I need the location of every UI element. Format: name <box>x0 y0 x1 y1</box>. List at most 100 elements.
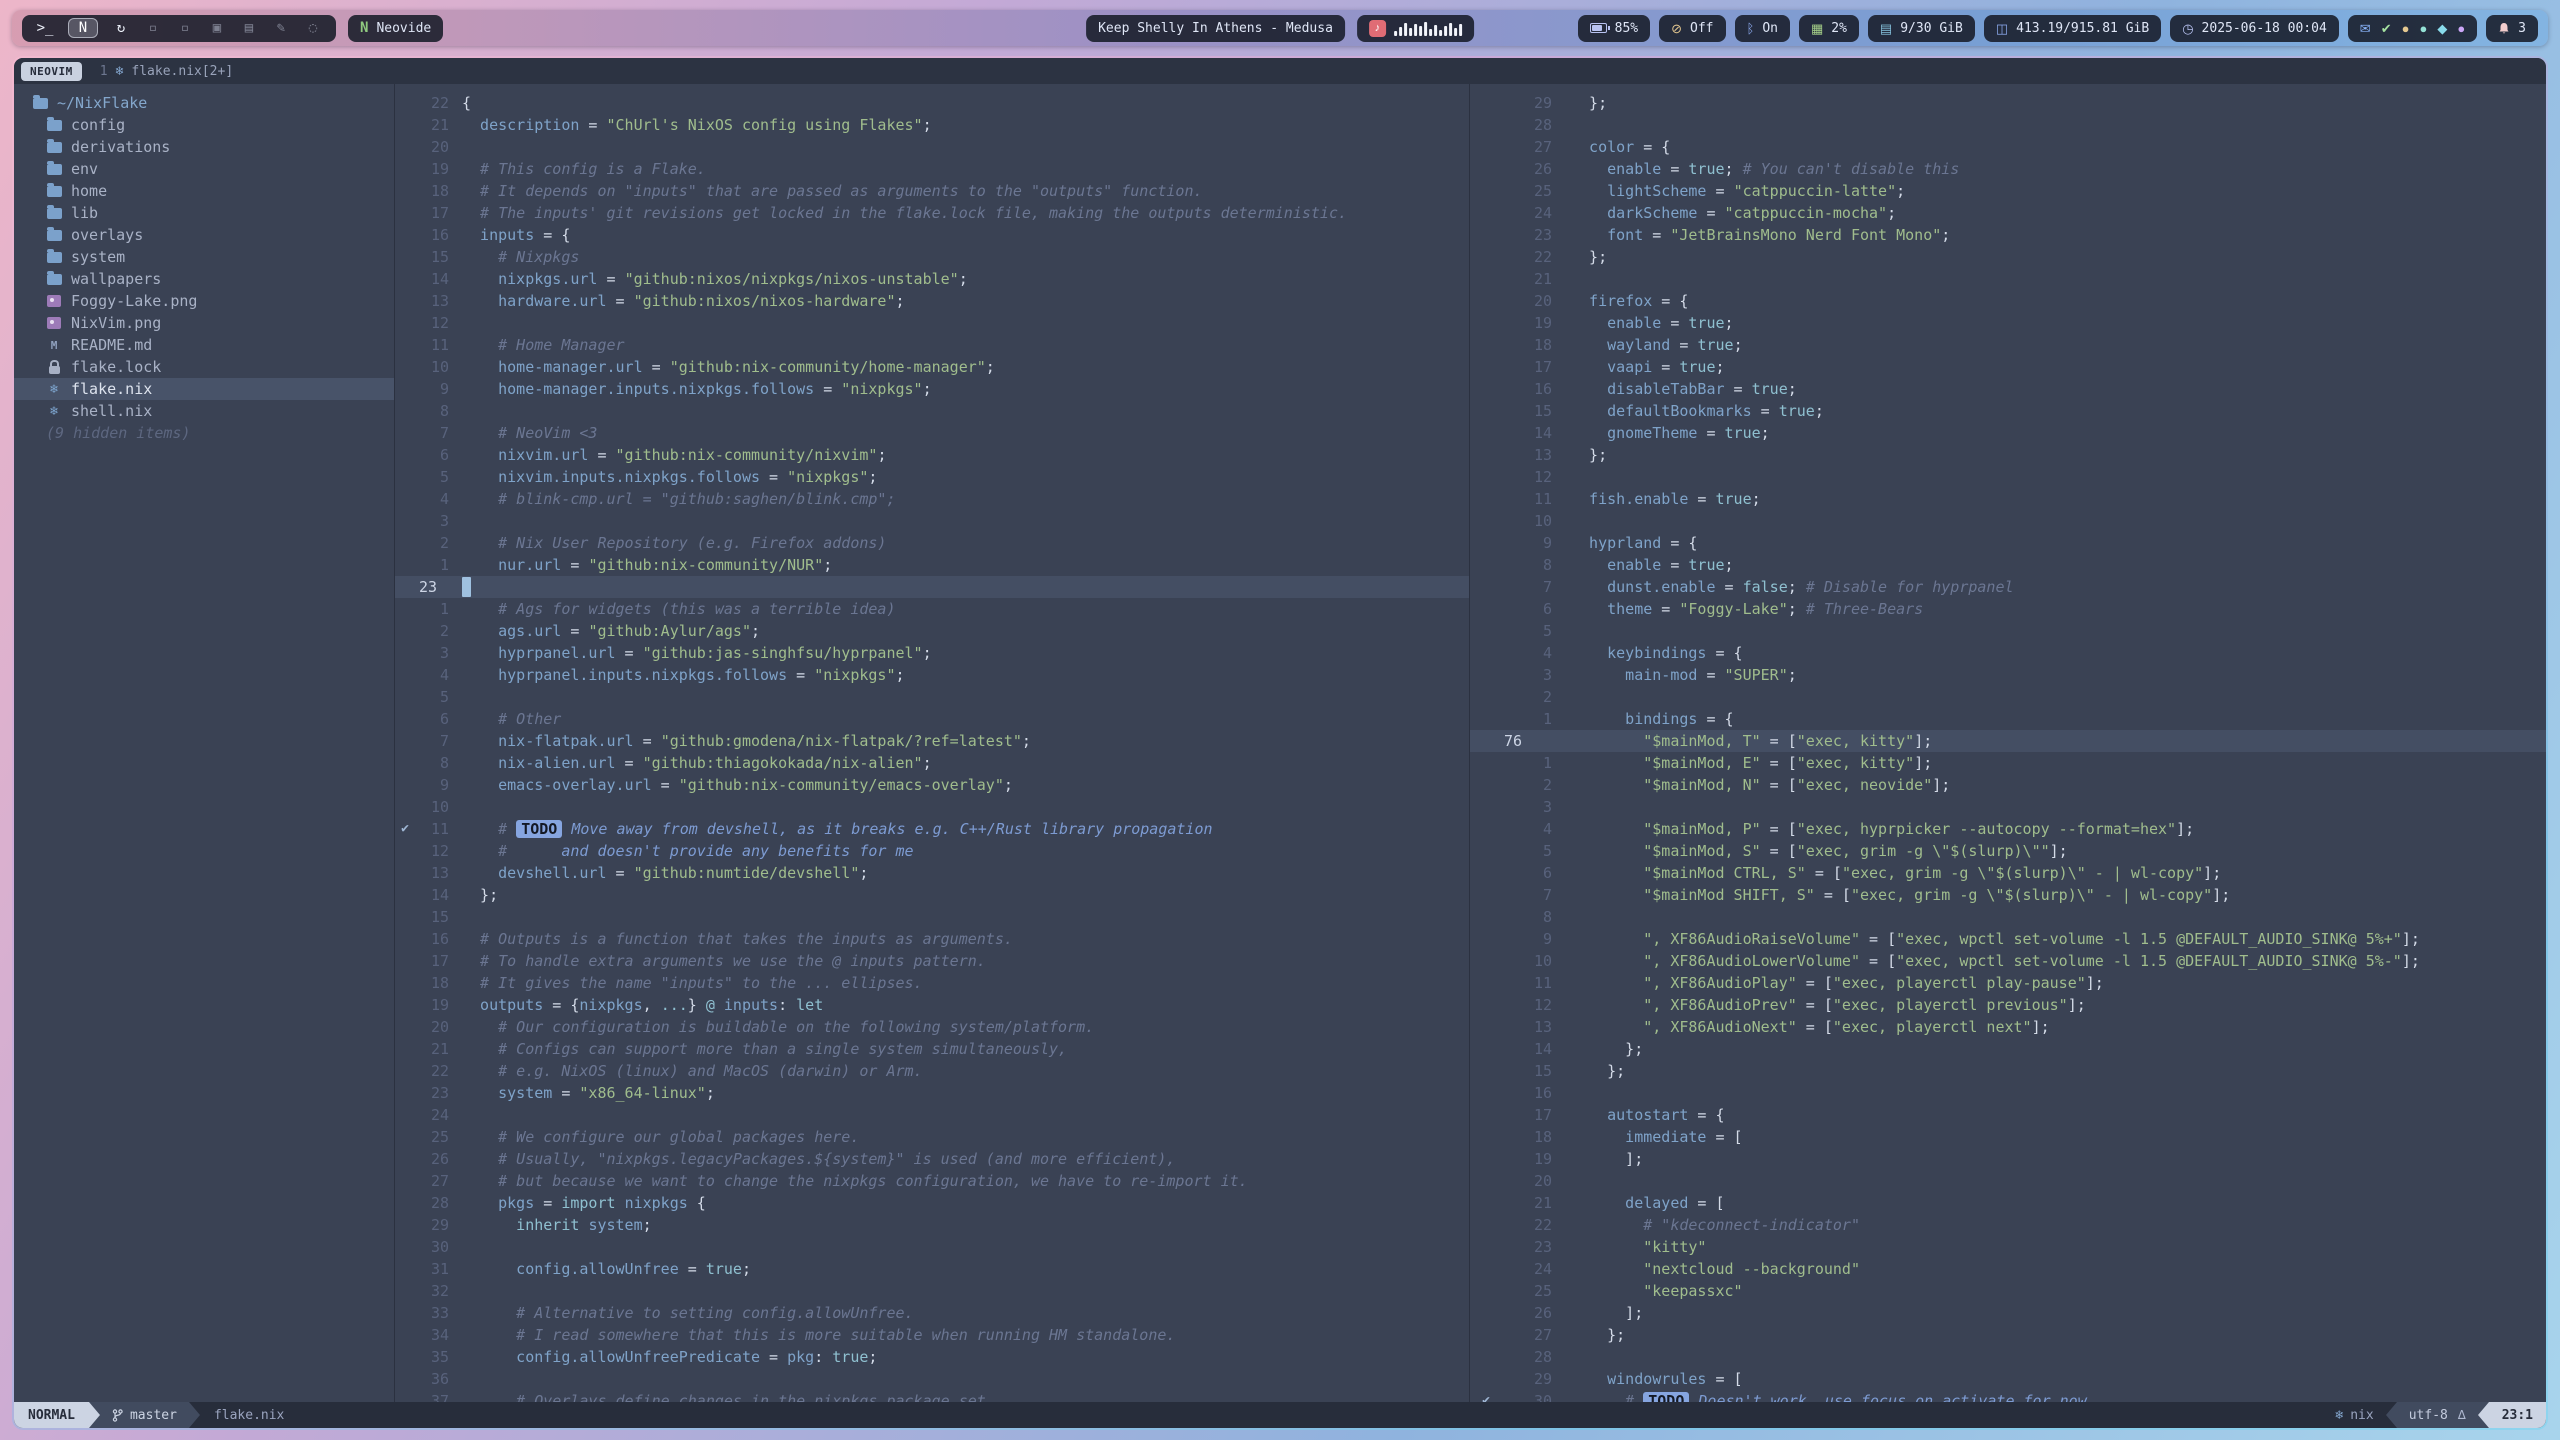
workspace-ws7[interactable]: ▤ <box>240 20 258 36</box>
code-line[interactable]: 27 color = { <box>1470 136 2546 158</box>
code-line[interactable]: 11 fish.enable = true; <box>1470 488 2546 510</box>
code-line[interactable]: 16 # Outputs is a function that takes th… <box>395 928 1469 950</box>
tree-item-config[interactable]: config <box>14 114 394 136</box>
code-line[interactable]: 29 windowrules = [ <box>1470 1368 2546 1390</box>
tray-icon-3[interactable]: ● <box>2402 22 2410 35</box>
code-line[interactable]: 6 theme = "Foggy-Lake"; # Three-Bears <box>1470 598 2546 620</box>
code-line[interactable]: 9 hyprland = { <box>1470 532 2546 554</box>
tree-item-nixflake[interactable]: ~/NixFlake <box>14 92 394 114</box>
code-line[interactable]: 11 # Home Manager <box>395 334 1469 356</box>
code-line[interactable]: 34 # I read somewhere that this is more … <box>395 1324 1469 1346</box>
code-line[interactable]: 13 }; <box>1470 444 2546 466</box>
code-line[interactable]: 24 "nextcloud --background" <box>1470 1258 2546 1280</box>
code-line[interactable]: 22 # e.g. NixOS (linux) and MacOS (darwi… <box>395 1060 1469 1082</box>
code-line[interactable]: 19 enable = true; <box>1470 312 2546 334</box>
code-line[interactable]: 28 pkgs = import nixpkgs { <box>395 1192 1469 1214</box>
code-line[interactable]: 25 "keepassxc" <box>1470 1280 2546 1302</box>
code-line[interactable]: 3 <box>1470 796 2546 818</box>
buffer-tab[interactable]: 1 ❄ flake.nix[2+] <box>94 64 239 79</box>
tray-icon-5[interactable]: ◆ <box>2437 22 2447 35</box>
code-line[interactable]: 29 inherit system; <box>395 1214 1469 1236</box>
tray-icon-2[interactable]: ✔ <box>2381 22 2392 35</box>
code-line[interactable]: 16 inputs = { <box>395 224 1469 246</box>
code-line[interactable]: 28 <box>1470 114 2546 136</box>
code-line[interactable]: 12 <box>395 312 1469 334</box>
code-line[interactable]: 9 ", XF86AudioRaiseVolume" = ["exec, wpc… <box>1470 928 2546 950</box>
editor-pane-left[interactable]: 22{21 description = "ChUrl's NixOS confi… <box>395 84 1470 1402</box>
code-line[interactable]: 32 <box>395 1280 1469 1302</box>
tree-item-flake-nix[interactable]: ❄flake.nix <box>14 378 394 400</box>
code-line[interactable]: 21 <box>1470 268 2546 290</box>
code-line[interactable]: 12 # and doesn't provide any benefits fo… <box>395 840 1469 862</box>
code-line[interactable]: 14 gnomeTheme = true; <box>1470 422 2546 444</box>
code-line[interactable]: 5 "$mainMod, S" = ["exec, grim -g \"$(sl… <box>1470 840 2546 862</box>
tray-icon-1[interactable]: ✉ <box>2360 22 2371 35</box>
workspace-ws9[interactable]: ◌ <box>304 20 322 36</box>
tray-icon-6[interactable]: ● <box>2457 22 2465 35</box>
tree-item-foggy-lake-png[interactable]: Foggy-Lake.png <box>14 290 394 312</box>
code-line[interactable]: 20 # Our configuration is buildable on t… <box>395 1016 1469 1038</box>
code-line[interactable]: 5 <box>395 686 1469 708</box>
code-line[interactable]: 22 # "kdeconnect-indicator" <box>1470 1214 2546 1236</box>
code-line[interactable]: 25 lightScheme = "catppuccin-latte"; <box>1470 180 2546 202</box>
code-line[interactable]: 18 # It depends on "inputs" that are pas… <box>395 180 1469 202</box>
cpu-module[interactable]: ▦2% <box>1799 15 1859 42</box>
code-line[interactable]: 31 config.allowUnfree = true; <box>395 1258 1469 1280</box>
code-line[interactable]: 3 <box>395 510 1469 532</box>
code-line[interactable]: 26 ]; <box>1470 1302 2546 1324</box>
memory-module[interactable]: ▤9/30 GiB <box>1868 15 1975 42</box>
workspace-ws5[interactable]: ▫ <box>176 20 194 36</box>
code-line[interactable]: 2 ags.url = "github:Aylur/ags"; <box>395 620 1469 642</box>
code-line[interactable]: 7 # NeoVim <3 <box>395 422 1469 444</box>
code-line[interactable]: 7 nix-flatpak.url = "github:gmodena/nix-… <box>395 730 1469 752</box>
code-line[interactable]: 4 # blink-cmp.url = "github:saghen/blink… <box>395 488 1469 510</box>
workspace-ws8[interactable]: ✎ <box>272 20 290 36</box>
code-line[interactable]: 17 autostart = { <box>1470 1104 2546 1126</box>
tree-item-readme-md[interactable]: MREADME.md <box>14 334 394 356</box>
dnd-module[interactable]: ⊘Off <box>1659 15 1725 42</box>
clock-module[interactable]: ◷2025-06-18 00:04 <box>2170 15 2339 42</box>
workspace-terminal[interactable]: >_ <box>36 20 54 36</box>
code-line[interactable]: 1 nur.url = "github:nix-community/NUR"; <box>395 554 1469 576</box>
code-line[interactable]: 8 nix-alien.url = "github:thiagokokada/n… <box>395 752 1469 774</box>
code-line[interactable]: 16 disableTabBar = true; <box>1470 378 2546 400</box>
code-line[interactable]: 3 hyprpanel.url = "github:jas-singhfsu/h… <box>395 642 1469 664</box>
code-line[interactable]: 14 }; <box>395 884 1469 906</box>
code-line[interactable]: 15 # Nixpkgs <box>395 246 1469 268</box>
code-line[interactable]: 22 }; <box>1470 246 2546 268</box>
code-line[interactable]: 8 <box>395 400 1469 422</box>
code-line[interactable]: 5 nixvim.inputs.nixpkgs.follows = "nixpk… <box>395 466 1469 488</box>
code-line[interactable]: 10 ", XF86AudioLowerVolume" = ["exec, wp… <box>1470 950 2546 972</box>
active-window-module[interactable]: N Neovide <box>348 15 443 42</box>
code-line[interactable]: 10 <box>395 796 1469 818</box>
bluetooth-module[interactable]: ᛒOn <box>1735 15 1790 42</box>
code-line[interactable]: 19 outputs = {nixpkgs, ...} @ inputs: le… <box>395 994 1469 1016</box>
battery-module[interactable]: 85% <box>1578 15 1650 42</box>
code-line[interactable]: 28 <box>1470 1346 2546 1368</box>
code-line[interactable]: 1 # Ags for widgets (this was a terrible… <box>395 598 1469 620</box>
code-line[interactable]: 13 devshell.url = "github:numtide/devshe… <box>395 862 1469 884</box>
code-line[interactable]: 27 # but because we want to change the n… <box>395 1170 1469 1192</box>
notifications-module[interactable]: 3 <box>2486 15 2538 42</box>
code-line[interactable]: 14 }; <box>1470 1038 2546 1060</box>
code-line[interactable]: 29 }; <box>1470 92 2546 114</box>
code-line[interactable]: 15 defaultBookmarks = true; <box>1470 400 2546 422</box>
code-line[interactable]: 8 <box>1470 906 2546 928</box>
code-line[interactable]: 17 # To handle extra arguments we use th… <box>395 950 1469 972</box>
workspace-ws4[interactable]: ▫ <box>144 20 162 36</box>
code-line[interactable]: 11 ", XF86AudioPlay" = ["exec, playerctl… <box>1470 972 2546 994</box>
code-line[interactable]: 15 <box>395 906 1469 928</box>
tray-icon-4[interactable]: ● <box>2419 22 2427 35</box>
code-line[interactable]: 20 firefox = { <box>1470 290 2546 312</box>
code-line[interactable]: 4 hyprpanel.inputs.nixpkgs.follows = "ni… <box>395 664 1469 686</box>
code-line[interactable]: 24 <box>395 1104 1469 1126</box>
tree-item-home[interactable]: home <box>14 180 394 202</box>
music-title-module[interactable]: Keep Shelly In Athens - Medusa <box>1086 15 1345 42</box>
code-line[interactable]: 18 # It gives the name "inputs" to the .… <box>395 972 1469 994</box>
code-line[interactable]: 17 # The inputs' git revisions get locke… <box>395 202 1469 224</box>
tree-item-9-hidden-items[interactable]: (9 hidden items) <box>14 422 394 444</box>
disk-module[interactable]: ◫413.19/915.81 GiB <box>1984 15 2161 42</box>
code-line[interactable]: 8 enable = true; <box>1470 554 2546 576</box>
code-line[interactable]: 12 <box>1470 466 2546 488</box>
code-line[interactable]: 7 dunst.enable = false; # Disable for hy… <box>1470 576 2546 598</box>
